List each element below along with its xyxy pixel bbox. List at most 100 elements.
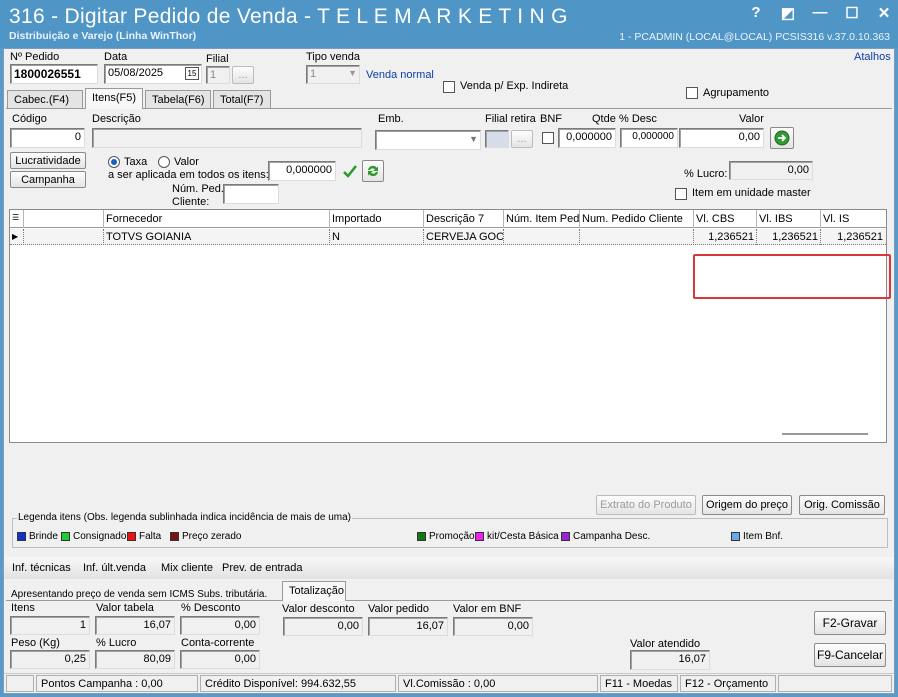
unidade-master-checkbox[interactable]: [675, 188, 687, 200]
grid-header-fornecedor[interactable]: Fornecedor: [104, 210, 330, 228]
pct-desconto-label: % Desconto: [181, 602, 241, 614]
grid-header-num-pedido-cliente[interactable]: Num. Pedido Cliente: [580, 210, 694, 228]
itens-label: Itens: [11, 602, 35, 614]
window-subtitle: Distribuição e Varejo (Linha WinThor): [9, 30, 197, 42]
tipo-venda-value: 1: [310, 68, 317, 80]
tab-inf-tecnicas[interactable]: Inf. técnicas: [12, 562, 71, 574]
status-extra: [778, 675, 892, 692]
valor-atendido-label: Valor atendido: [630, 638, 701, 650]
valor-tabela-field: 16,07: [95, 616, 175, 635]
maximize-icon[interactable]: ☐: [844, 4, 860, 22]
valor-radio[interactable]: [158, 156, 170, 168]
tab-itens[interactable]: Itens(F5): [85, 88, 143, 109]
tab-totalizacao[interactable]: Totalização: [282, 581, 346, 601]
minimize-icon[interactable]: —: [812, 4, 828, 22]
brinde-swatch: [17, 532, 26, 541]
valor-bnf-field: 0,00: [453, 617, 533, 636]
client-area: Nº Pedido 1800026551 Data 05/08/2025 15 …: [3, 48, 895, 694]
tab-tabela[interactable]: Tabela(F6): [145, 90, 211, 109]
taxa-radio[interactable]: [108, 156, 120, 168]
grid-header-vl-cbs[interactable]: Vl. CBS: [694, 210, 757, 228]
num-ped-cliente-field[interactable]: [223, 184, 279, 204]
status-credito: Crédito Disponível: 994.632,55: [200, 675, 396, 692]
campanha-button[interactable]: Campanha: [10, 171, 86, 188]
valor-field[interactable]: 0,00: [679, 128, 764, 148]
grid-header: ☰ Fornecedor Importado Descrição 7 Núm. …: [10, 210, 886, 228]
tab-cabec[interactable]: Cabec.(F4): [7, 90, 83, 109]
pedido-field[interactable]: 1800026551: [10, 64, 98, 84]
status-moedas[interactable]: F11 - Moedas: [600, 675, 678, 692]
close-icon[interactable]: ✕: [876, 4, 892, 22]
legend-falta-label: Falta: [139, 531, 162, 542]
status-comissao: Vl.Comissão : 0,00: [398, 675, 598, 692]
lucro-label: % Lucro:: [684, 168, 728, 180]
legend-campanha-label: Campanha Desc.: [573, 531, 651, 542]
grid-menu-icon[interactable]: ☰: [10, 210, 24, 228]
legend-item-bnf: Item Bnf.: [731, 531, 783, 542]
table-row[interactable]: ▶ TOTVS GOIANIA N CERVEJA GOOS 1,236521 …: [10, 229, 886, 245]
extrato-produto-button[interactable]: Extrato do Produto: [596, 495, 696, 515]
bnf-label: BNF: [540, 113, 562, 125]
lucratividade-button[interactable]: Lucratividade: [10, 152, 86, 169]
calendar-icon[interactable]: 15: [185, 67, 199, 80]
cancelar-button[interactable]: F9-Cancelar: [814, 643, 886, 667]
gravar-button[interactable]: F2-Gravar: [814, 611, 886, 635]
codigo-field[interactable]: 0: [10, 128, 85, 148]
legend-falta: Falta: [127, 531, 161, 542]
status-orcamento[interactable]: F12 - Orçamento: [680, 675, 776, 692]
tipo-venda-desc: Venda normal: [366, 69, 434, 81]
legend-box: Legenda itens (Obs. legenda sublinhada i…: [12, 512, 888, 548]
atalhos-link[interactable]: Atalhos: [854, 51, 891, 63]
tipo-venda-select[interactable]: 1 ▼: [306, 65, 360, 84]
grid-header-col0[interactable]: [24, 210, 104, 228]
orig-comissao-button[interactable]: Orig. Comissão: [799, 495, 885, 515]
filial-retira-search-button[interactable]: ...: [511, 130, 533, 148]
refresh-button[interactable]: [362, 160, 384, 182]
bnf-checkbox[interactable]: [542, 132, 554, 144]
session-info: 1 - PCADMIN (LOCAL@LOCAL) PCSIS316 v.37.…: [619, 31, 890, 43]
filial-field[interactable]: 1: [206, 66, 230, 84]
apply-check-button[interactable]: [340, 160, 360, 182]
tab-prev-entrada[interactable]: Prev. de entrada: [222, 562, 303, 574]
desc-field[interactable]: 0,000000: [620, 128, 678, 148]
filial-search-button[interactable]: ...: [232, 66, 254, 84]
legend-promocao: Promoção: [417, 531, 475, 542]
itens-field: 1: [10, 616, 90, 635]
tab-total[interactable]: Total(F7): [213, 90, 271, 109]
grid-header-importado[interactable]: Importado: [330, 210, 424, 228]
origem-preco-button[interactable]: Origem do preço: [702, 495, 792, 515]
tab-mix-cliente[interactable]: Mix cliente: [161, 562, 213, 574]
grid-header-descricao7[interactable]: Descrição 7: [424, 210, 504, 228]
grid-scrollbar[interactable]: [782, 433, 868, 435]
unidade-master-label: Item em unidade master: [692, 187, 811, 199]
exp-indireta-checkbox[interactable]: [443, 81, 455, 93]
grid-header-num-item-ped[interactable]: Núm. Item Ped: [504, 210, 580, 228]
items-grid[interactable]: ☰ Fornecedor Importado Descrição 7 Núm. …: [9, 209, 887, 443]
cell-vl-cbs: 1,236521: [694, 229, 757, 245]
filial-retira-field[interactable]: [485, 130, 509, 148]
restore-icon[interactable]: ◩: [780, 4, 796, 22]
pct-lucro-label: % Lucro: [96, 637, 137, 649]
legend-brinde: Brinde: [17, 531, 58, 542]
confirm-item-button[interactable]: [770, 127, 794, 149]
emb-select[interactable]: ▼: [375, 130, 481, 150]
campanha-swatch: [561, 532, 570, 541]
data-field[interactable]: 05/08/2025 15: [104, 64, 202, 84]
legend-campanha: Campanha Desc.: [561, 531, 650, 542]
tab-inf-ult-venda[interactable]: Inf. últ.venda: [83, 562, 146, 574]
aplicada-field[interactable]: 0,000000: [268, 161, 336, 181]
qtde-label: Qtde: [592, 113, 616, 125]
help-icon[interactable]: ?: [748, 4, 764, 22]
agrupamento-checkbox[interactable]: [686, 87, 698, 99]
descricao-field[interactable]: [92, 128, 362, 148]
grid-header-vl-ibs[interactable]: Vl. IBS: [757, 210, 821, 228]
valor-pedido-label: Valor pedido: [368, 603, 429, 615]
qtde-field[interactable]: 0,000000: [558, 128, 616, 148]
grid-header-vl-is[interactable]: Vl. IS: [821, 210, 885, 228]
filial-label: Filial: [206, 53, 229, 65]
codigo-label: Código: [12, 113, 47, 125]
check-icon: [343, 165, 357, 178]
item-bnf-swatch: [731, 532, 740, 541]
tipo-venda-label: Tipo venda: [306, 51, 361, 63]
taxa-label: Taxa: [124, 156, 148, 168]
